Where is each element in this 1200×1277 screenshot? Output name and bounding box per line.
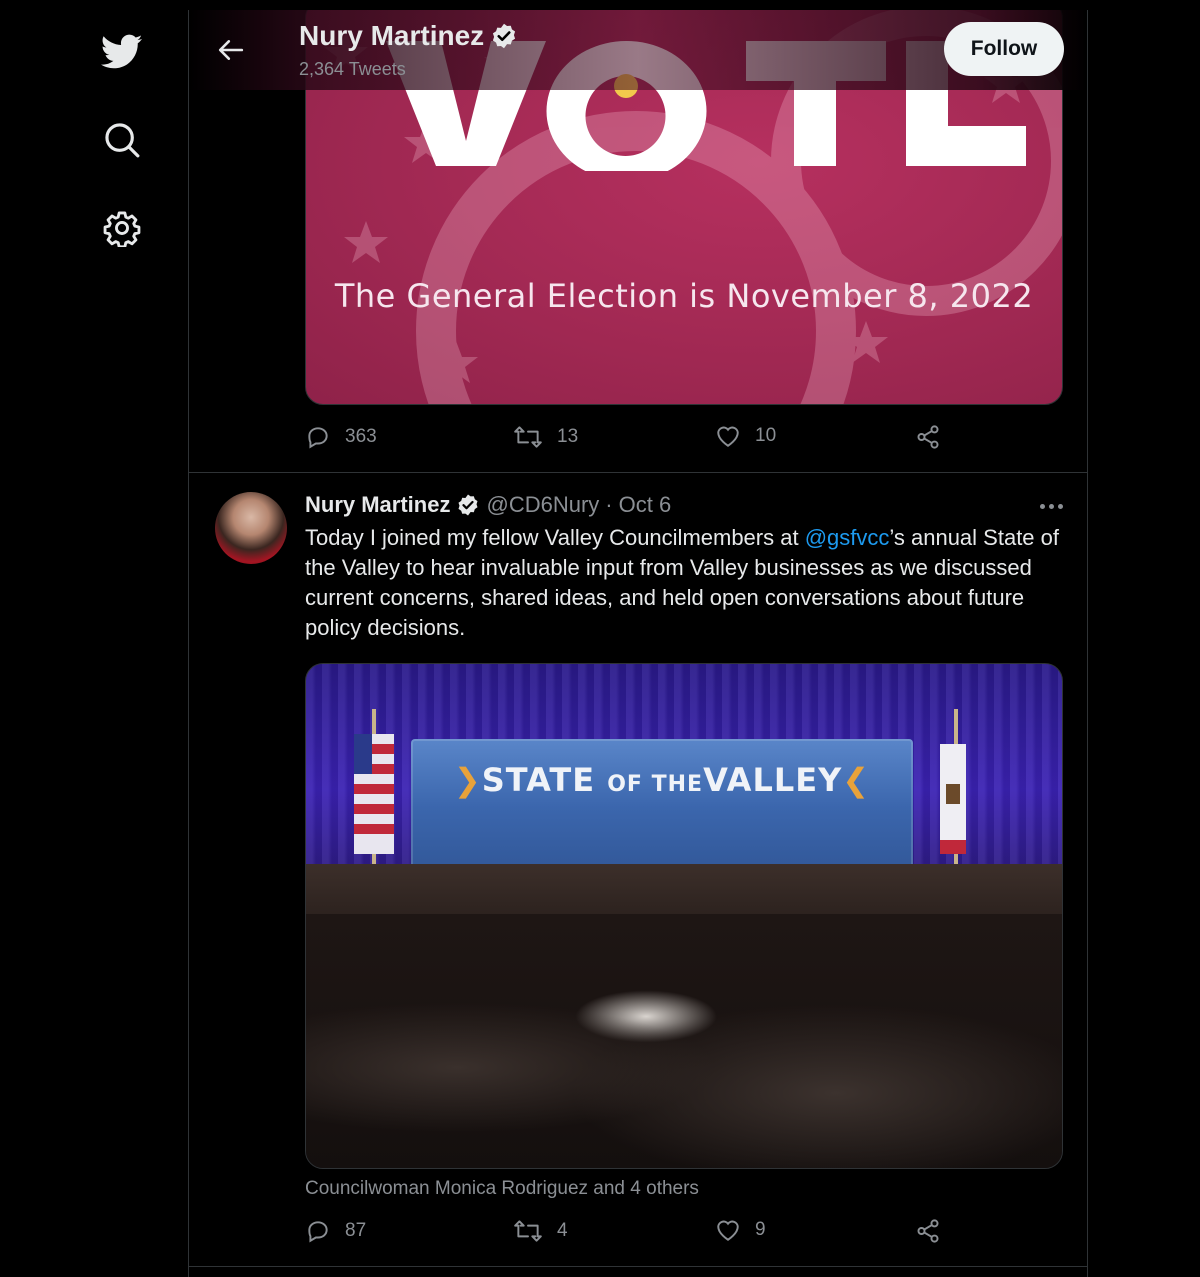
mention-link[interactable]: @gsfvcc <box>805 525 890 550</box>
like-count: 10 <box>755 425 777 446</box>
author-handle[interactable]: @CD6Nury <box>486 492 599 518</box>
retweet-count: 4 <box>557 1220 568 1241</box>
reply-count: 87 <box>345 1220 367 1241</box>
retweet-button[interactable]: 4 <box>513 1218 568 1244</box>
verified-badge-icon <box>458 494 478 516</box>
banner-chevron-right: ❮ <box>842 761 871 799</box>
banner-chevron-left: ❯ <box>453 761 482 799</box>
profile-name: Nury Martinez <box>299 20 485 51</box>
tweet2-header: Nury Martinez @CD6Nury · Oct 6 <box>305 492 671 518</box>
tweet-text: Today I joined my fellow Valley Councilm… <box>305 523 1065 643</box>
tagged-people[interactable]: Councilwoman Monica Rodriguez and 4 othe… <box>305 1178 699 1200</box>
reply-count: 363 <box>345 426 377 447</box>
share-button[interactable] <box>915 1218 941 1244</box>
search-icon[interactable] <box>100 118 144 162</box>
like-button[interactable]: 10 <box>715 424 776 448</box>
tweet-divider <box>189 1266 1087 1267</box>
retweet-icon <box>514 1220 542 1242</box>
banner-title: ❯STATE OF THEVALLEY❮ <box>411 761 913 799</box>
back-button[interactable] <box>211 30 251 70</box>
profile-header: Nury Martinez 2,364 Tweets Follow <box>189 10 1087 90</box>
meta-separator: · <box>605 492 613 517</box>
ca-flag-icon <box>940 744 966 854</box>
election-date-text: The General Election is November 8, 2022 <box>334 277 1034 315</box>
more-options-button[interactable] <box>1033 494 1069 518</box>
reply-icon <box>308 427 328 449</box>
banner-word-ofthe: OF THE <box>607 772 704 797</box>
follow-button[interactable]: Follow <box>944 22 1064 76</box>
avatar[interactable] <box>215 492 287 564</box>
reply-button[interactable]: 363 <box>305 424 377 450</box>
retweet-count: 13 <box>557 426 579 447</box>
event-photo[interactable]: ❯STATE OF THEVALLEY❮ <box>305 663 1063 1169</box>
reply-icon <box>308 1221 328 1243</box>
back-arrow-icon <box>218 40 244 60</box>
banner-word-valley: VALLEY <box>703 761 843 799</box>
us-flag-icon <box>354 734 394 854</box>
share-button[interactable] <box>915 424 941 450</box>
tweet-text-start: Today I joined my fellow Valley Councilm… <box>305 525 805 550</box>
heart-icon <box>717 1220 739 1241</box>
dot-icon <box>1039 503 1045 509</box>
tweet-date[interactable]: Oct 6 <box>619 492 672 518</box>
dot-icon <box>1057 503 1063 509</box>
retweet-icon <box>514 426 542 448</box>
reply-button[interactable]: 87 <box>305 1218 366 1244</box>
heart-icon <box>717 426 739 447</box>
banner-word-state: STATE <box>481 761 596 799</box>
share-icon <box>917 425 939 449</box>
retweet-button[interactable]: 13 <box>513 424 578 450</box>
page-title: Nury Martinez <box>299 20 518 52</box>
left-navigation <box>0 0 188 1277</box>
share-icon <box>917 1219 939 1243</box>
author-name[interactable]: Nury Martinez <box>305 492 450 518</box>
timeline-column: The General Election is November 8, 2022… <box>188 10 1088 1277</box>
twitter-bird-icon[interactable] <box>100 30 144 74</box>
gear-icon[interactable] <box>100 206 144 250</box>
tweet1-actions: 363 13 10 <box>305 424 945 460</box>
verified-badge-icon <box>493 23 516 49</box>
like-button[interactable]: 9 <box>715 1218 766 1242</box>
audience-crowd <box>306 914 1062 1168</box>
tweet-divider <box>189 472 1087 473</box>
tweet2-actions: 87 4 9 <box>305 1218 945 1254</box>
dot-icon <box>1048 503 1054 509</box>
tweet-count: 2,364 Tweets <box>299 59 406 79</box>
like-count: 9 <box>755 1219 766 1240</box>
